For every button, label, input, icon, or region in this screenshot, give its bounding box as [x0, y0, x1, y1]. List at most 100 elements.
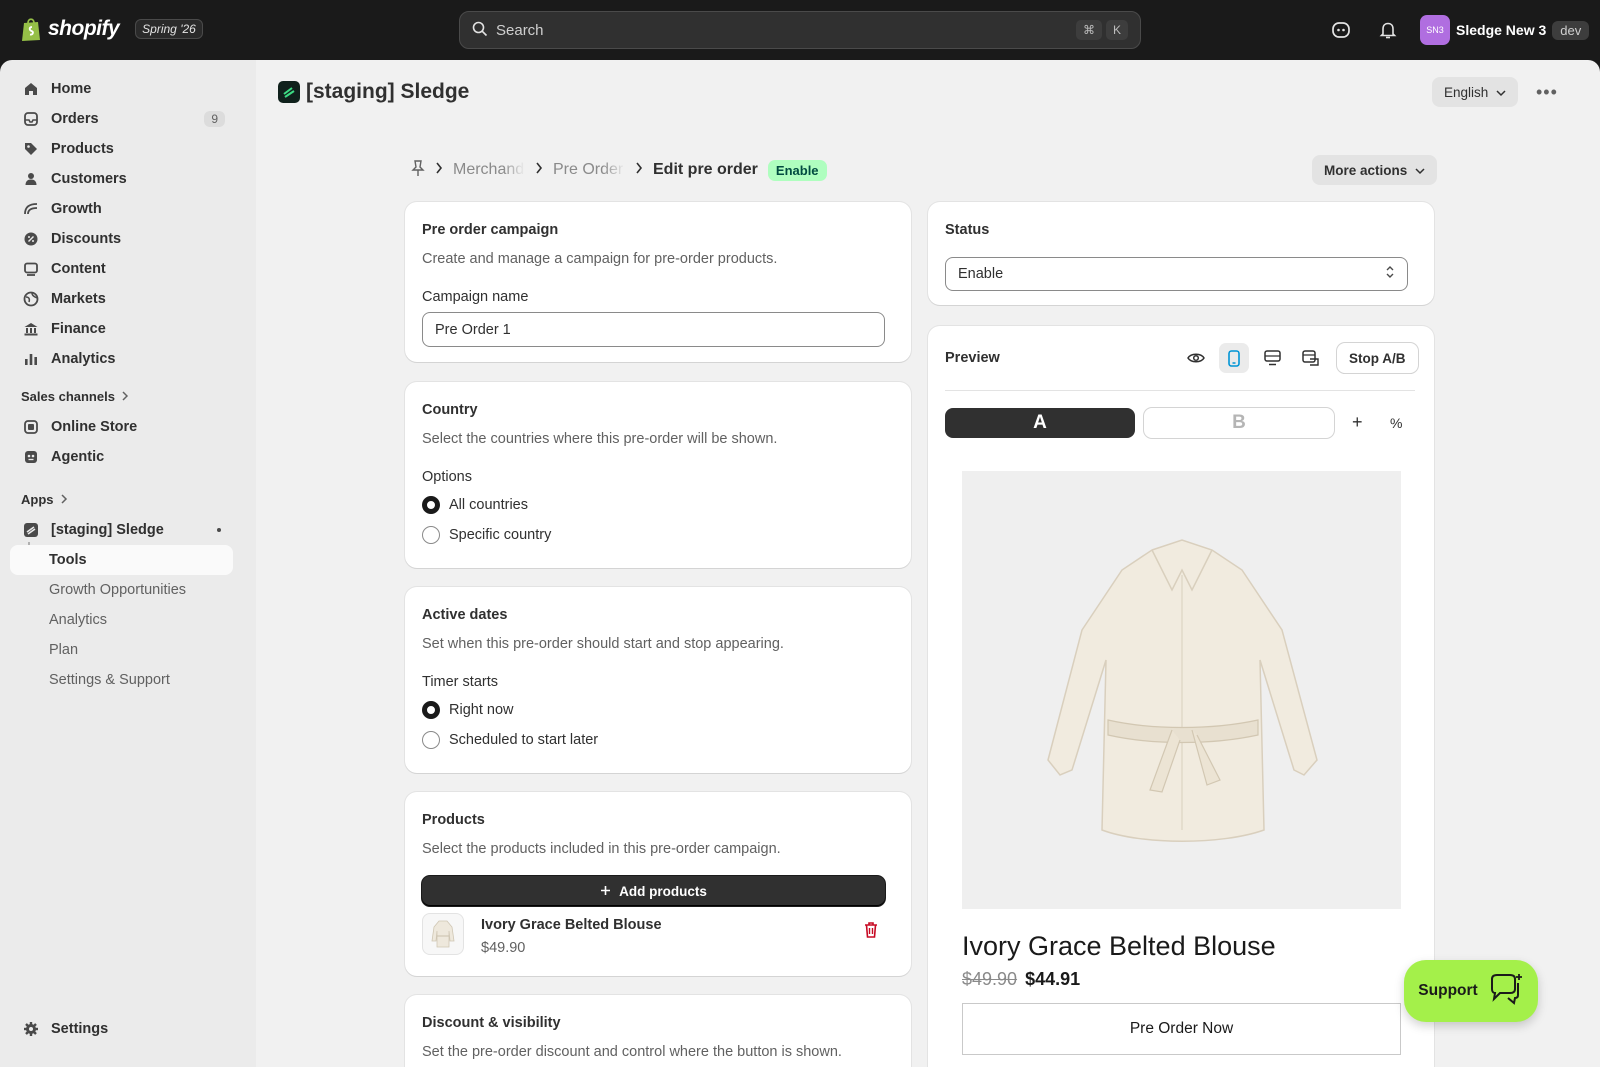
card-title: Products — [422, 812, 485, 828]
bar-chart-icon — [22, 350, 40, 368]
sidebar-item-label: Settings — [51, 1021, 109, 1037]
trash-icon[interactable] — [863, 921, 881, 939]
pre-order-now-button[interactable]: Pre Order Now — [962, 1003, 1401, 1055]
sidebar-item-products[interactable]: Products — [10, 134, 233, 164]
sidekick-icon[interactable] — [1330, 19, 1352, 41]
sidebar-item-label: Products — [51, 141, 114, 157]
more-options-icon[interactable]: ••• — [1536, 82, 1558, 103]
radio-scheduled[interactable]: Scheduled to start later — [422, 731, 598, 749]
card-title: Discount & visibility — [422, 1015, 561, 1031]
split-percent-button[interactable]: % — [1390, 415, 1402, 431]
campaign-name-input[interactable]: Pre Order 1 — [422, 312, 885, 347]
sidebar-sub-settings-support[interactable]: Settings & Support — [10, 665, 233, 695]
sidebar-item-analytics[interactable]: Analytics — [10, 344, 233, 374]
store-name: Sledge New 3 — [1456, 22, 1547, 38]
sidebar-sub-analytics[interactable]: Analytics — [10, 605, 233, 635]
plus-icon — [600, 884, 611, 899]
add-products-button[interactable]: Add products — [422, 876, 885, 906]
sales-channels-header[interactable]: Sales channels — [21, 389, 129, 404]
radio-label: Right now — [449, 702, 514, 718]
chevron-down-icon — [1496, 85, 1506, 100]
chevron-right-icon — [435, 161, 443, 179]
sidebar-item-growth[interactable]: Growth — [10, 194, 233, 224]
sidebar-sub-growth-opportunities[interactable]: Growth Opportunities — [10, 575, 233, 605]
store-icon — [22, 418, 40, 436]
sidebar-sub-plan[interactable]: Plan — [10, 635, 233, 665]
sidebar-item-agentic[interactable]: Agentic — [10, 442, 233, 472]
more-actions-button[interactable]: More actions — [1312, 155, 1438, 185]
layout-view-icon[interactable] — [1295, 343, 1325, 373]
desktop-view-icon[interactable] — [1257, 343, 1287, 373]
sidebar-item-label: Finance — [51, 321, 106, 337]
avatar: SN3 — [1420, 15, 1450, 45]
radio-specific-country[interactable]: Specific country — [422, 526, 551, 544]
section-label: Apps — [21, 492, 54, 507]
sidebar-item-settings[interactable]: Settings — [10, 1014, 233, 1044]
apps-header[interactable]: Apps — [21, 492, 68, 507]
sidebar-item-home[interactable]: Home — [10, 74, 233, 104]
card-description: Set the pre-order discount and control w… — [422, 1044, 842, 1060]
sidebar-item-content[interactable]: Content — [10, 254, 233, 284]
sidebar-item-label: Growth — [51, 201, 102, 217]
pin-dot-icon — [217, 528, 221, 532]
sidebar-item-sledge-app[interactable]: [staging] Sledge — [10, 515, 233, 545]
card-title: Pre order campaign — [422, 222, 559, 238]
product-image — [962, 471, 1401, 909]
country-card: Country Select the countries where this … — [405, 382, 911, 568]
support-button[interactable]: Support — [1404, 960, 1538, 1022]
radio-checked-icon — [422, 701, 440, 719]
section-label: Sales channels — [21, 389, 115, 404]
sidebar-item-online-store[interactable]: Online Store — [10, 412, 233, 442]
brand-name: shopify — [48, 17, 120, 40]
user-menu[interactable]: SN3 Sledge New 3 dev — [1420, 15, 1590, 45]
card-title: Country — [422, 402, 478, 418]
mobile-view-icon[interactable] — [1219, 343, 1249, 373]
product-price: $49.90 — [481, 940, 526, 956]
eye-icon[interactable] — [1181, 343, 1211, 373]
radio-right-now[interactable]: Right now — [422, 701, 513, 719]
add-variant-button[interactable]: + — [1352, 412, 1363, 433]
card-title: Preview — [945, 350, 1000, 366]
status-select[interactable]: Enable — [945, 257, 1408, 291]
bank-icon — [22, 320, 40, 338]
breadcrumb-pre-order[interactable]: Pre Order — [553, 161, 625, 179]
discount-icon — [22, 230, 40, 248]
radio-unchecked-icon — [422, 526, 440, 544]
preview-product-title: Ivory Grace Belted Blouse — [962, 931, 1276, 961]
card-description: Select the products included in this pre… — [422, 841, 781, 857]
products-card: Products Select the products included in… — [405, 792, 911, 976]
breadcrumb-merchandise[interactable]: Merchandise — [453, 161, 525, 179]
discount-card: Discount & visibility Set the pre-order … — [405, 995, 911, 1067]
campaign-card: Pre order campaign Create and manage a c… — [405, 202, 911, 362]
radio-all-countries[interactable]: All countries — [422, 496, 528, 514]
sidebar-item-label: Online Store — [51, 419, 138, 435]
top-bar: shopify Spring '26 Search ⌘ K SN3 Sledge… — [0, 0, 1600, 60]
env-badge: dev — [1552, 20, 1590, 40]
shopify-logo[interactable]: shopify Spring '26 — [20, 16, 203, 42]
status-badge: Enable — [767, 159, 827, 181]
language-label: English — [1444, 84, 1489, 100]
sidebar-item-markets[interactable]: Markets — [10, 284, 233, 314]
radio-unchecked-icon — [422, 731, 440, 749]
support-label: Support — [1418, 982, 1478, 999]
campaign-name-label: Campaign name — [422, 289, 529, 305]
radio-label: Scheduled to start later — [449, 732, 599, 748]
orders-icon — [22, 110, 40, 128]
preview-card: Preview Stop A/B A B + % Ivory Grace Bel… — [928, 326, 1434, 1067]
search-input[interactable]: Search ⌘ K — [459, 11, 1141, 49]
sidebar-sub-tools[interactable]: Tools — [10, 545, 233, 575]
sidebar-item-orders[interactable]: Orders 9 — [10, 104, 233, 134]
pin-icon[interactable] — [411, 159, 425, 182]
variant-a-button[interactable]: A — [945, 408, 1135, 438]
page-title: [staging] Sledge — [306, 80, 470, 103]
product-name[interactable]: Ivory Grace Belted Blouse — [481, 917, 662, 933]
language-select[interactable]: English — [1432, 77, 1519, 107]
sidebar-item-discounts[interactable]: Discounts — [10, 224, 233, 254]
sale-price: $44.91 — [1025, 969, 1081, 989]
sidebar-item-finance[interactable]: Finance — [10, 314, 233, 344]
sidebar-item-customers[interactable]: Customers — [10, 164, 233, 194]
home-icon — [22, 80, 40, 98]
bell-icon[interactable] — [1377, 19, 1399, 41]
stop-ab-button[interactable]: Stop A/B — [1337, 343, 1418, 373]
variant-b-button[interactable]: B — [1144, 408, 1334, 438]
